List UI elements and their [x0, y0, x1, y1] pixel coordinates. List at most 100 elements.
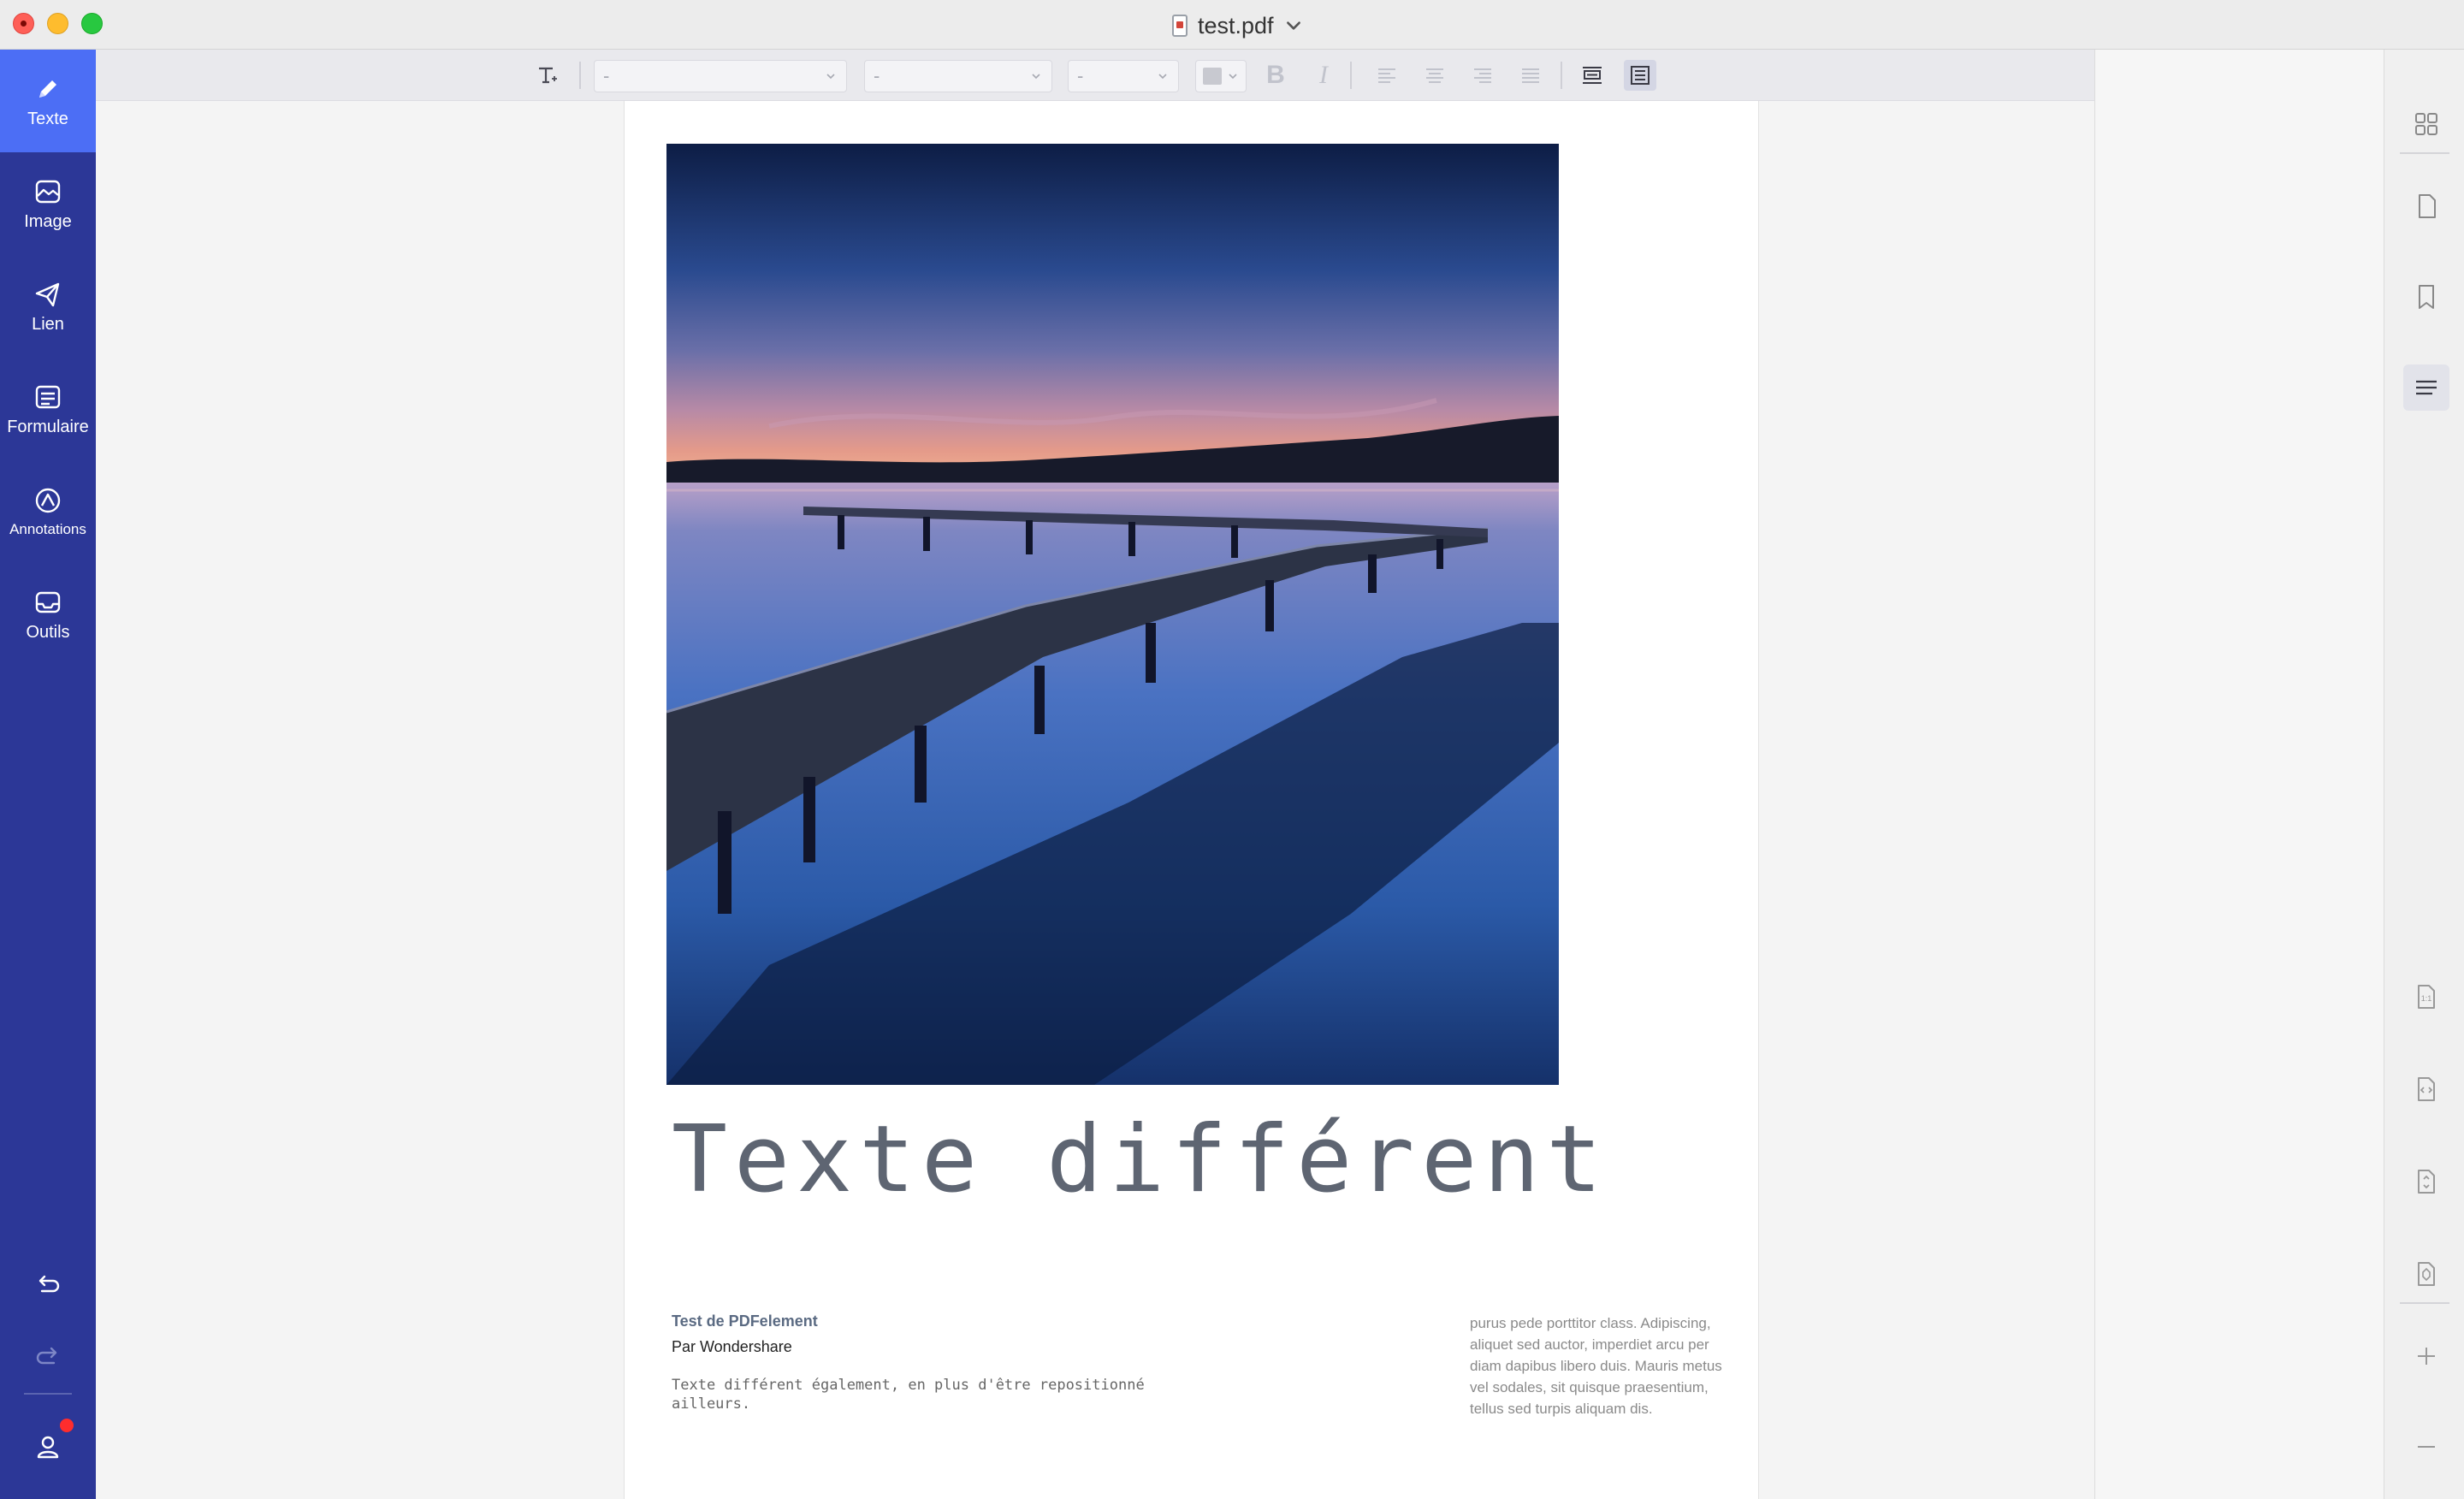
- pencil-icon: [39, 80, 56, 98]
- align-left-button[interactable]: [1371, 60, 1403, 91]
- zoom-out-icon: [2418, 1446, 2435, 1448]
- page-icon: [2419, 194, 2436, 218]
- zoom-out-button[interactable]: [2403, 1424, 2449, 1470]
- sidebar-item-annotations[interactable]: Annotations: [0, 460, 96, 563]
- bold-button[interactable]: B: [1259, 60, 1292, 91]
- account-icon: [37, 1436, 59, 1459]
- font-style-select[interactable]: -: [864, 60, 1052, 92]
- pdf-file-icon: [1172, 15, 1188, 37]
- fit-height-button[interactable]: [2403, 1158, 2449, 1205]
- fit-page-button[interactable]: [2403, 1251, 2449, 1297]
- outline-button[interactable]: [2403, 364, 2449, 411]
- sidebar-item-formulaire[interactable]: Formulaire: [0, 358, 96, 460]
- chevron-down-icon: [1229, 74, 1237, 80]
- minimize-window-button[interactable]: [47, 13, 68, 34]
- font-size-value: -: [1077, 65, 1084, 86]
- color-swatch: [1203, 68, 1222, 85]
- text-line-mode-button[interactable]: [1576, 60, 1608, 91]
- close-window-button[interactable]: [13, 13, 34, 34]
- align-justify-button[interactable]: [1514, 60, 1547, 91]
- thumbnails-icon: [2415, 113, 2437, 135]
- sidebar-item-lien[interactable]: Lien: [0, 255, 96, 358]
- toolbar-divider: [1561, 62, 1562, 89]
- text-edit-button[interactable]: [530, 60, 563, 91]
- maximize-window-button[interactable]: [81, 13, 103, 34]
- left-sidebar: Texte Image Lien Formulaire Annotations …: [0, 50, 96, 1499]
- fit-width-button[interactable]: [2403, 1066, 2449, 1112]
- toolbar-divider: [2400, 1302, 2449, 1304]
- font-family-select[interactable]: -: [594, 60, 847, 92]
- toolbar-divider: [579, 62, 581, 89]
- font-style-value: -: [874, 65, 880, 86]
- lake-pier-photo[interactable]: [666, 144, 1559, 1085]
- document-author-line[interactable]: Par Wondershare: [672, 1338, 792, 1356]
- chevron-down-icon: [1032, 74, 1040, 80]
- chevron-down-icon: [1158, 74, 1167, 80]
- text-color-picker[interactable]: [1195, 60, 1247, 92]
- text-format-toolbar: - - - B I: [96, 50, 2094, 101]
- fit-page-icon: [2418, 1262, 2435, 1286]
- document-mono-note[interactable]: Texte différent également, en plus d'êtr…: [672, 1376, 1219, 1413]
- actual-size-label: 1:1: [2421, 994, 2432, 1003]
- document-canvas[interactable]: Texte différent Test de PDFelement Par W…: [96, 101, 2094, 1499]
- annotation-icon: [35, 488, 61, 513]
- zoom-in-icon: [2418, 1348, 2435, 1365]
- document-heading[interactable]: Texte différent: [672, 1106, 1608, 1213]
- image-icon: [35, 180, 61, 203]
- redo-button[interactable]: [0, 1328, 96, 1388]
- align-justify-icon: [1522, 68, 1539, 83]
- sidebar-item-label: Lien: [32, 314, 64, 334]
- sidebar-item-outils[interactable]: Outils: [0, 563, 96, 666]
- italic-button[interactable]: I: [1307, 60, 1340, 91]
- document-title: test.pdf: [1198, 12, 1274, 39]
- align-right-icon: [1474, 68, 1491, 83]
- fit-height-icon: [2418, 1170, 2435, 1194]
- notification-badge: [60, 1419, 74, 1432]
- align-right-button[interactable]: [1466, 60, 1499, 91]
- tools-inbox-icon: [35, 591, 61, 613]
- fit-width-icon: [2418, 1077, 2435, 1101]
- sidebar-item-label: Annotations: [9, 521, 86, 537]
- text-block-mode-icon: [1631, 66, 1650, 85]
- align-left-icon: [1378, 68, 1395, 83]
- text-line-mode-icon: [1583, 67, 1602, 84]
- bookmark-button[interactable]: [2403, 274, 2449, 320]
- sidebar-divider: [24, 1393, 72, 1395]
- document-title-menu[interactable]: test.pdf: [1172, 10, 1303, 41]
- account-button[interactable]: [0, 1417, 96, 1477]
- thumbnails-button[interactable]: [2403, 101, 2449, 147]
- text-edit-icon: [539, 67, 557, 84]
- chevron-down-icon: [1286, 21, 1300, 30]
- zoom-in-button[interactable]: [2403, 1333, 2449, 1379]
- sidebar-item-image[interactable]: Image: [0, 152, 96, 255]
- actual-size-icon: 1:1: [2418, 985, 2435, 1009]
- sidebar-item-label: Texte: [27, 109, 68, 128]
- text-block-mode-button[interactable]: [1624, 60, 1656, 91]
- chevron-down-icon: [826, 74, 835, 80]
- actual-size-button[interactable]: 1:1: [2403, 974, 2449, 1020]
- font-size-select[interactable]: -: [1068, 60, 1179, 92]
- align-center-icon: [1426, 68, 1443, 83]
- sidebar-item-label: Formulaire: [7, 417, 89, 436]
- sidebar-item-label: Image: [24, 211, 72, 231]
- document-right-column[interactable]: purus pede porttitor class. Adipiscing, …: [1470, 1312, 1722, 1419]
- outline-icon: [2416, 380, 2437, 395]
- redo-icon: [36, 1347, 57, 1365]
- document-subtitle-bold[interactable]: Test de PDFelement: [672, 1312, 818, 1330]
- align-center-button[interactable]: [1419, 60, 1451, 91]
- bookmark-icon: [2419, 285, 2434, 309]
- pdf-page: Texte différent Test de PDFelement Par W…: [624, 101, 1759, 1499]
- send-icon: [35, 282, 60, 306]
- window-title-bar: test.pdf: [0, 0, 2464, 50]
- undo-icon: [38, 1275, 60, 1293]
- toolbar-divider: [2400, 152, 2449, 154]
- form-icon: [35, 385, 61, 408]
- toolbar-divider: [1350, 62, 1352, 89]
- right-toolbar: 1:1: [2384, 50, 2464, 1499]
- sidebar-item-texte[interactable]: Texte: [0, 50, 96, 152]
- page-button[interactable]: [2403, 183, 2449, 229]
- side-panel: [2094, 50, 2384, 1499]
- sidebar-item-label: Outils: [26, 622, 70, 642]
- font-family-value: -: [603, 65, 610, 86]
- undo-button[interactable]: [0, 1256, 96, 1316]
